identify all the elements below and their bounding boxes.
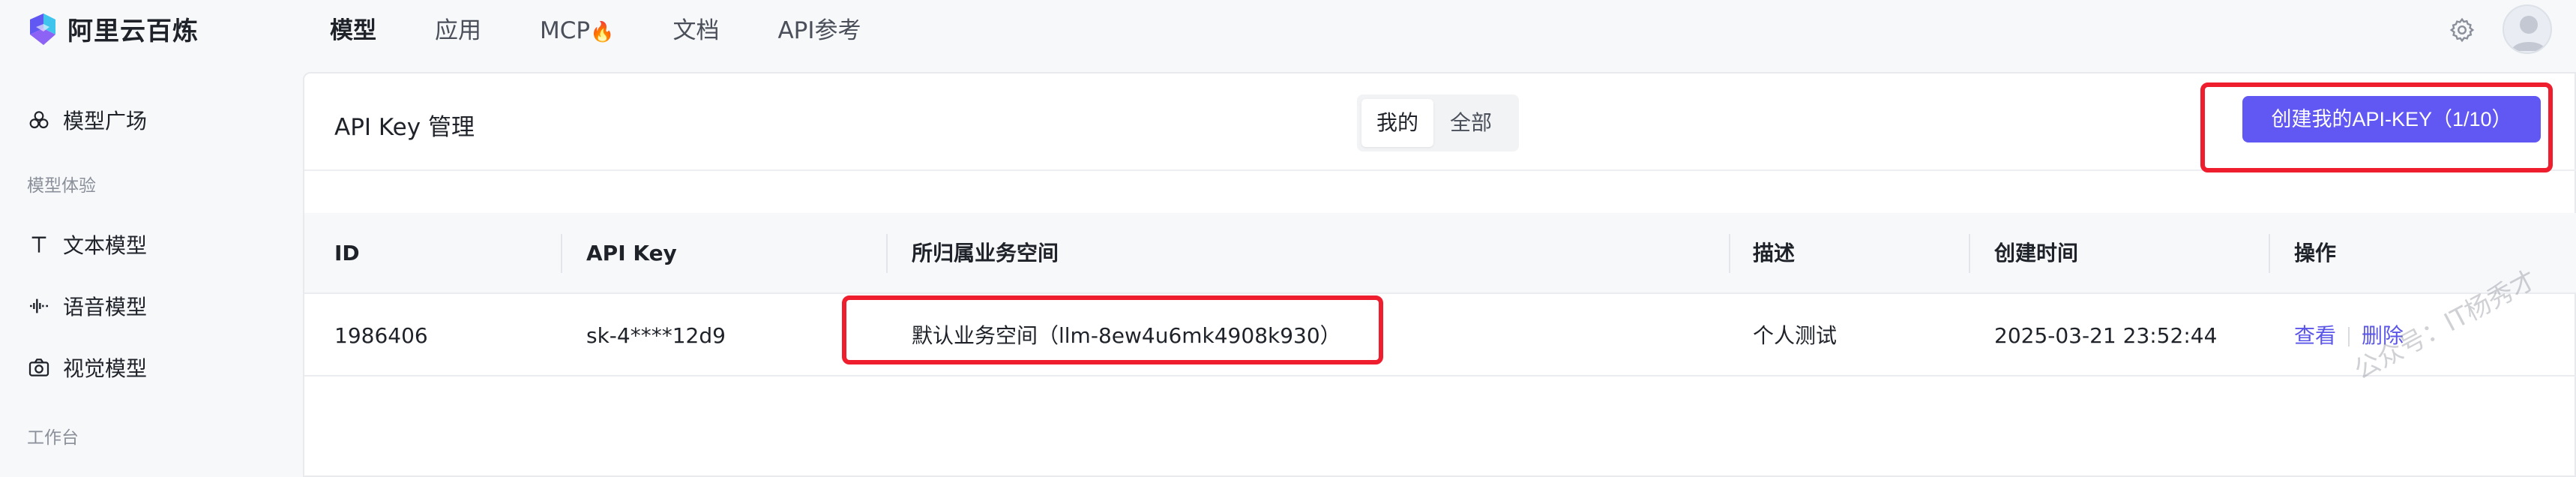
column-header-workspace: 所归属业务空间 — [912, 241, 1059, 266]
view-link[interactable]: 查看 — [2294, 323, 2336, 348]
top-nav: 模型 应用 MCP🔥 文档 API参考 — [330, 14, 920, 50]
model-square-icon — [29, 111, 49, 129]
highlight-box-workspace — [842, 296, 1383, 364]
sidebar-group-experience: 模型体验 — [27, 176, 96, 196]
column-header-id: ID — [334, 241, 360, 266]
sidebar-item-text-model[interactable]: 文本模型 — [27, 230, 147, 260]
action-divider — [2348, 327, 2350, 346]
fire-icon: 🔥 — [590, 21, 615, 44]
text-type-icon — [31, 236, 46, 253]
column-divider — [886, 234, 888, 273]
sidebar-item-vision-model[interactable]: 视觉模型 — [27, 352, 147, 382]
cell-created-at: 2025-03-21 23:52:44 — [1994, 323, 2218, 348]
user-avatar[interactable] — [2503, 4, 2552, 54]
column-divider — [1729, 234, 1730, 273]
sidebar-item-speech-model[interactable]: 语音模型 — [27, 291, 147, 321]
sidebar-item-label: 语音模型 — [63, 295, 148, 320]
brand-logo[interactable]: 阿里云百炼 — [25, 10, 199, 47]
nav-item-mcp[interactable]: MCP🔥 — [540, 14, 614, 50]
audio-wave-icon — [30, 298, 48, 314]
table-row: 1986406 sk-4****12d9 默认业务空间（llm-8ew4u6mk… — [304, 296, 2576, 376]
camera-icon — [28, 358, 49, 376]
nav-item-apps[interactable]: 应用 — [435, 14, 481, 50]
column-header-description: 描述 — [1753, 241, 1796, 266]
highlight-box-create-button — [2200, 82, 2553, 172]
ownership-segmented-control: 我的 全部 — [1357, 94, 1519, 152]
page-title: API Key 管理 — [334, 114, 475, 141]
column-header-actions: 操作 — [2294, 241, 2337, 266]
cell-description: 个人测试 — [1753, 323, 1838, 348]
cell-api-key: sk-4****12d9 — [586, 323, 726, 348]
sidebar: 模型广场 模型体验 文本模型 语音模型 视觉模型 工作台 — [0, 62, 303, 477]
bailian-logo-icon — [30, 13, 55, 45]
column-header-api-key: API Key — [586, 241, 677, 266]
brand-name: 阿里云百炼 — [67, 16, 199, 46]
segment-mine[interactable]: 我的 — [1361, 99, 1433, 147]
sidebar-item-label: 文本模型 — [63, 233, 148, 258]
column-divider — [1969, 234, 1970, 273]
sidebar-item-label: 模型广场 — [63, 109, 148, 134]
sidebar-item-model-square[interactable]: 模型广场 — [27, 105, 147, 135]
column-divider — [561, 234, 562, 273]
nav-item-models[interactable]: 模型 — [330, 14, 376, 50]
segment-all[interactable]: 全部 — [1433, 99, 1508, 147]
nav-item-docs[interactable]: 文档 — [672, 14, 719, 50]
user-icon — [2512, 16, 2546, 51]
sidebar-group-workbench: 工作台 — [27, 428, 79, 448]
column-header-created-at: 创建时间 — [1994, 241, 2079, 266]
nav-item-mcp-label: MCP — [540, 17, 591, 44]
nav-item-api-reference[interactable]: API参考 — [777, 14, 861, 50]
settings-gear-icon[interactable] — [2449, 16, 2476, 44]
cell-id: 1986406 — [334, 323, 428, 348]
top-bar: 阿里云百炼 模型 应用 MCP🔥 文档 API参考 — [0, 0, 2576, 62]
table-header: ID API Key 所归属业务空间 描述 创建时间 操作 — [304, 213, 2576, 294]
sidebar-item-label: 视觉模型 — [63, 356, 148, 381]
column-divider — [2269, 234, 2270, 273]
